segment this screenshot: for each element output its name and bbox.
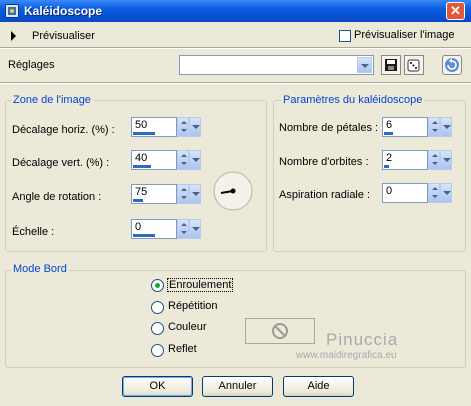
watermark-title: Pinuccia [326, 330, 399, 349]
vert-offset-value[interactable]: 40 [135, 152, 147, 164]
floppy-disk-icon [385, 59, 397, 71]
cancel-button[interactable]: Annuler [202, 376, 273, 397]
help-button[interactable]: Aide [283, 376, 354, 397]
chevron-down-icon[interactable] [440, 183, 452, 203]
dice-icon [407, 59, 420, 72]
horiz-offset-value[interactable]: 50 [135, 119, 147, 131]
orbits-value[interactable]: 2 [386, 152, 392, 164]
chevron-down-icon[interactable] [189, 150, 201, 170]
up-down-icon[interactable] [428, 183, 440, 203]
up-down-icon[interactable] [177, 117, 189, 137]
close-button[interactable]: ✕ [446, 2, 465, 20]
orbits-label: Nombre d'orbites : [279, 156, 369, 168]
radial-aspiration-spinner[interactable]: 0 [382, 183, 452, 203]
chevron-down-icon[interactable] [189, 184, 201, 204]
chevron-down-icon[interactable] [440, 117, 452, 137]
petals-spinner[interactable]: 6 [382, 117, 452, 137]
kaleido-params-legend: Paramètres du kaléidoscope [281, 94, 425, 106]
radio-repeat-label[interactable]: Répétition [168, 300, 218, 312]
horiz-offset-spinner[interactable]: 50 [131, 117, 201, 137]
save-preset-button[interactable] [381, 55, 401, 75]
chevron-down-icon[interactable] [189, 117, 201, 137]
rotation-angle-spinner[interactable]: 75 [131, 184, 201, 204]
radio-reflect-label[interactable]: Reflet [168, 343, 197, 355]
up-down-icon[interactable] [177, 150, 189, 170]
edge-mode-legend: Mode Bord [11, 263, 69, 275]
preview-label[interactable]: Prévisualiser [32, 30, 95, 42]
no-color-icon [272, 323, 288, 339]
radial-aspiration-value[interactable]: 0 [386, 185, 392, 197]
reset-button[interactable] [442, 55, 462, 75]
divider [0, 48, 471, 49]
reset-icon [445, 58, 459, 72]
radio-reflect[interactable] [151, 344, 164, 357]
color-swatch-button[interactable] [245, 318, 315, 344]
up-down-icon[interactable] [177, 219, 189, 239]
chevron-down-icon[interactable] [357, 57, 372, 73]
randomize-button[interactable] [404, 55, 424, 75]
radio-repeat[interactable] [151, 301, 164, 314]
radio-wrap-label[interactable]: Enroulement [167, 278, 234, 292]
window-title: Kaléidoscope [24, 4, 103, 18]
scale-spinner[interactable]: 0 [131, 219, 201, 239]
divider [0, 83, 471, 84]
horiz-offset-label: Décalage horiz. (%) : [12, 124, 115, 136]
scale-value[interactable]: 0 [135, 221, 141, 233]
petals-value[interactable]: 6 [386, 119, 392, 131]
up-down-icon[interactable] [177, 184, 189, 204]
rotation-dial[interactable] [213, 171, 253, 211]
app-icon [5, 4, 19, 18]
chevron-down-icon[interactable] [189, 219, 201, 239]
title-bar: Kaléidoscope ✕ [0, 0, 471, 22]
expand-preview-icon[interactable] [11, 31, 16, 41]
radio-wrap[interactable] [151, 279, 164, 292]
orbits-spinner[interactable]: 2 [382, 150, 452, 170]
rotation-angle-label: Angle de rotation : [12, 191, 102, 203]
radio-color[interactable] [151, 322, 164, 335]
preview-checkbox[interactable] [339, 30, 351, 42]
up-down-icon[interactable] [428, 117, 440, 137]
settings-label: Réglages [8, 59, 55, 71]
preset-select[interactable] [179, 55, 374, 75]
chevron-down-icon[interactable] [440, 150, 452, 170]
watermark-url: www.maidiregrafica.eu [296, 350, 397, 361]
image-zone-legend: Zone de l'image [11, 94, 93, 106]
preview-image-label: Prévisualiser l'image [354, 29, 455, 41]
petals-label: Nombre de pétales : [279, 122, 379, 134]
radial-aspiration-label: Aspiration radiale : [279, 189, 371, 201]
scale-label: Échelle : [12, 226, 55, 238]
vert-offset-spinner[interactable]: 40 [131, 150, 201, 170]
radio-color-label[interactable]: Couleur [168, 321, 207, 333]
rotation-angle-value[interactable]: 75 [135, 186, 147, 198]
vert-offset-label: Décalage vert. (%) : [12, 157, 110, 169]
up-down-icon[interactable] [428, 150, 440, 170]
ok-button[interactable]: OK [122, 376, 193, 397]
